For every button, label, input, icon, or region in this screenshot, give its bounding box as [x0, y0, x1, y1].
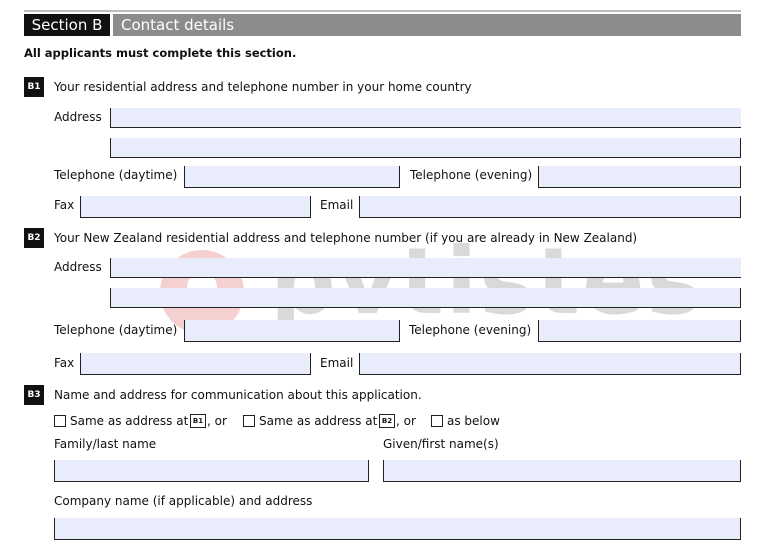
family-name-label: Family/last name — [54, 437, 157, 451]
b2-fax-field[interactable] — [80, 353, 311, 375]
section-number: Section B — [24, 14, 110, 36]
section-title: Contact details — [113, 14, 741, 36]
b1-tel-eve-field[interactable] — [538, 166, 741, 188]
b1-tel-eve-label: Telephone (evening) — [410, 168, 533, 182]
b1-email-label: Email — [320, 198, 354, 212]
ref-b2-box: B2 — [379, 414, 395, 428]
b2-email-label: Email — [320, 356, 354, 370]
same-as-b2-suffix: , or — [396, 414, 416, 428]
b2-tel-eve-label: Telephone (evening) — [409, 323, 532, 337]
same-as-b1-suffix: , or — [207, 414, 227, 428]
company-address-label: Company name (if applicable) and address — [54, 494, 313, 508]
b2-email-field[interactable] — [359, 353, 741, 375]
section-intro: All applicants must complete this sectio… — [24, 46, 297, 60]
b2-tel-day-field[interactable] — [184, 320, 400, 342]
same-as-b1-label: Same as address at — [70, 414, 189, 428]
b2-tel-day-label: Telephone (daytime) — [54, 323, 178, 337]
question-b3: Name and address for communication about… — [54, 388, 422, 402]
b1-email-field[interactable] — [359, 196, 741, 218]
b2-tel-eve-field[interactable] — [538, 320, 741, 342]
same-as-b1-checkbox[interactable] — [54, 415, 66, 427]
question-badge-b2: B2 — [24, 228, 44, 248]
as-below-checkbox[interactable] — [431, 415, 443, 427]
top-rule — [24, 10, 741, 12]
same-as-b2-checkbox[interactable] — [243, 415, 255, 427]
given-name-field[interactable] — [383, 460, 741, 482]
b2-address-line2-field[interactable] — [110, 288, 741, 308]
b1-fax-label: Fax — [54, 198, 75, 212]
b2-address-line1-field[interactable] — [110, 258, 741, 278]
same-as-b2-label: Same as address at — [259, 414, 378, 428]
as-below-label: as below — [447, 414, 500, 428]
b1-address-line2-field[interactable] — [110, 138, 741, 158]
company-address-field[interactable] — [54, 518, 741, 540]
b1-tel-day-field[interactable] — [184, 166, 400, 188]
given-name-label: Given/first name(s) — [383, 437, 499, 451]
question-b1: Your residential address and telephone n… — [54, 80, 472, 94]
question-badge-b3: B3 — [24, 385, 44, 405]
b1-fax-field[interactable] — [80, 196, 311, 218]
b1-address-line1-field[interactable] — [110, 108, 741, 128]
b1-address-label: Address — [54, 110, 102, 124]
b1-tel-day-label: Telephone (daytime) — [54, 168, 178, 182]
question-b2: Your New Zealand residential address and… — [54, 231, 638, 245]
family-name-field[interactable] — [54, 460, 369, 482]
b2-address-label: Address — [54, 260, 102, 274]
question-badge-b1: B1 — [24, 77, 44, 97]
ref-b1-box: B1 — [190, 414, 206, 428]
b2-fax-label: Fax — [54, 356, 75, 370]
